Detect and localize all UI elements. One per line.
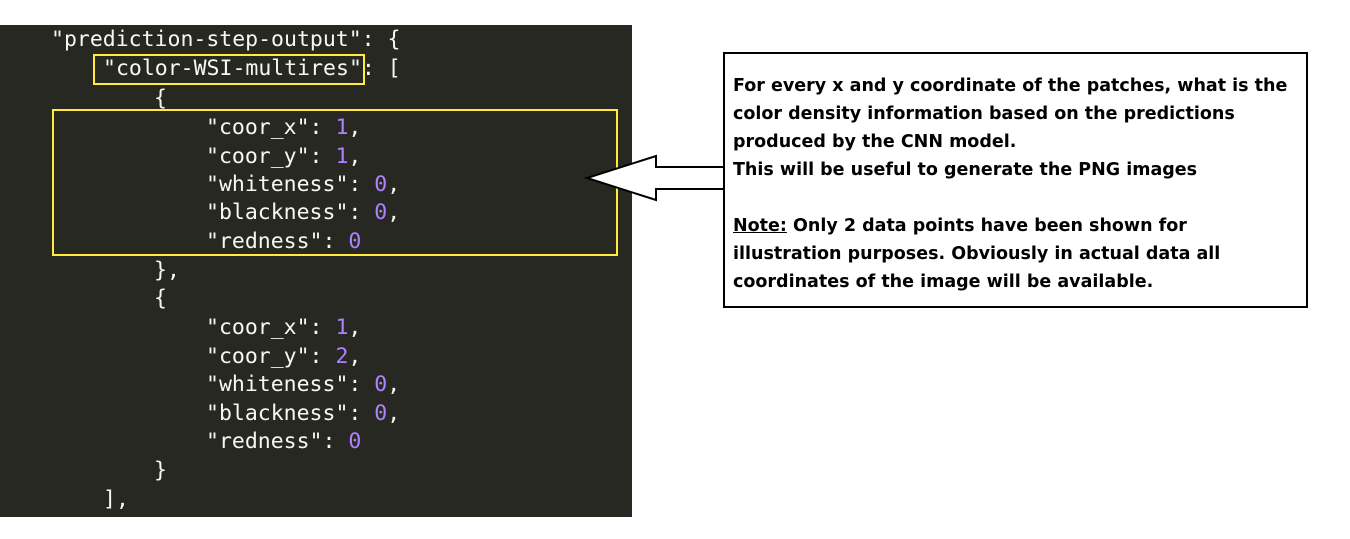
code-line: "coor_x": 1, [206, 313, 361, 342]
code-text-token: "coor_x": [206, 315, 336, 340]
code-text-token: } [154, 458, 167, 483]
code-text-token: , [387, 401, 401, 426]
note-text: Only 2 data points have been shown for i… [733, 216, 1221, 292]
code-text-token: "whiteness": [206, 172, 375, 197]
left-arrow-icon [583, 154, 729, 202]
code-text-token: , [387, 372, 401, 397]
code-text-token: "color-WSI-multires": [ [103, 56, 401, 81]
code-line: "prediction-step-output": { [51, 25, 401, 54]
annotation-text-2: This will be useful to generate the PNG … [733, 160, 1198, 180]
code-line: "color-WSI-multires": [ [103, 54, 401, 83]
code-text-token: "coor_y": [206, 144, 336, 169]
code-number-token: 2 [335, 344, 349, 369]
code-line: } [154, 456, 167, 485]
code-number-token: 0 [374, 172, 388, 197]
code-number-token: 0 [374, 200, 388, 225]
code-line: "whiteness": 0, [206, 370, 400, 399]
code-text-token: , [387, 172, 401, 197]
code-text-token: "blackness": [206, 401, 375, 426]
code-line: }, [154, 256, 180, 285]
code-line: "coor_y": 1, [206, 142, 361, 171]
annotation-note: Note: Only 2 data points have been shown… [733, 212, 1298, 296]
code-line: "redness": 0 [206, 427, 361, 456]
code-editor[interactable]: "prediction-step-output": { "color-WSI-m… [0, 25, 632, 517]
code-text-token: "prediction-step-output": { [51, 27, 401, 52]
code-text-token: "redness": [206, 429, 349, 454]
code-line: "blackness": 0, [206, 198, 400, 227]
code-text-token: "blackness": [206, 200, 375, 225]
code-line: "whiteness": 0, [206, 170, 400, 199]
code-line: "coor_x": 1, [206, 113, 361, 142]
code-text-token: { [154, 286, 167, 311]
code-number-token: 1 [335, 115, 349, 140]
code-text-token: { [154, 86, 167, 111]
code-line: { [154, 284, 167, 313]
code-text-token: , [348, 144, 362, 169]
code-line: "redness": 0 [206, 227, 361, 256]
annotation-text: For every x and y coordinate of the patc… [733, 76, 1288, 152]
code-number-token: 0 [348, 229, 362, 254]
code-text-token: , [348, 115, 362, 140]
code-text-token: , [348, 344, 362, 369]
annotation-callout: For every x and y coordinate of the patc… [723, 52, 1308, 308]
code-number-token: 0 [348, 429, 362, 454]
code-text-token: "whiteness": [206, 372, 375, 397]
code-line: { [154, 84, 167, 113]
code-text-token: , [387, 200, 401, 225]
code-number-token: 1 [335, 144, 349, 169]
code-number-token: 1 [335, 315, 349, 340]
code-number-token: 0 [374, 372, 388, 397]
code-text-token: }, [154, 258, 180, 283]
code-text-token: "coor_y": [206, 344, 336, 369]
code-text-token: ], [103, 487, 129, 512]
note-label: Note: [733, 216, 787, 236]
code-text-token: "coor_x": [206, 115, 336, 140]
code-text-token: , [348, 315, 362, 340]
screenshot-stage: "prediction-step-output": { "color-WSI-m… [0, 0, 1350, 539]
code-line: "blackness": 0, [206, 399, 400, 428]
code-text-token: "redness": [206, 229, 349, 254]
code-line: "coor_y": 2, [206, 342, 361, 371]
code-line: ], [103, 485, 129, 514]
code-number-token: 0 [374, 401, 388, 426]
